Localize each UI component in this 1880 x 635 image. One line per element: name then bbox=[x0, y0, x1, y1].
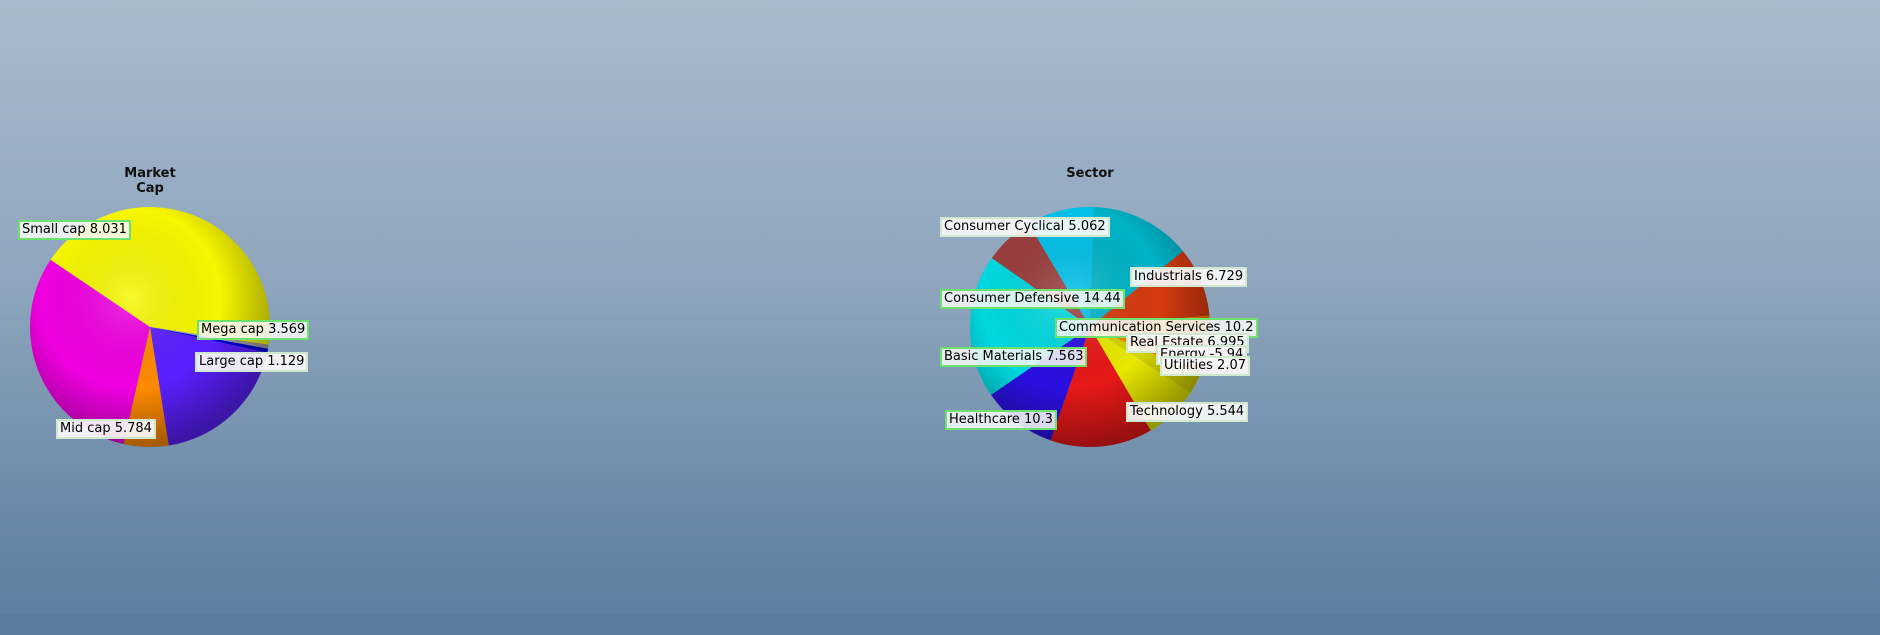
slice-label: Mid cap 5.784 bbox=[56, 419, 156, 439]
slice-label: Consumer Defensive 14.44 bbox=[940, 289, 1125, 309]
slice-label: Utilities 2.07 bbox=[1160, 356, 1251, 376]
slice-label: Mega cap 3.569 bbox=[197, 320, 310, 340]
slice-label: Technology 5.544 bbox=[1126, 402, 1249, 422]
slice-label: Large cap 1.129 bbox=[195, 352, 309, 372]
slice-label: Basic Materials 7.563 bbox=[940, 347, 1088, 367]
sector-chart: Sector Consumer Cyclical 5.062 Industria… bbox=[920, 0, 1260, 635]
slice-label: Small cap 8.031 bbox=[18, 220, 131, 240]
slice-label: Consumer Cyclical 5.062 bbox=[940, 217, 1110, 237]
market-cap-pie bbox=[29, 206, 271, 448]
slice-label: Healthcare 10.3 bbox=[945, 410, 1057, 430]
market-cap-chart: Market Cap Small cap 8.031 Mega cap 3.56… bbox=[0, 0, 320, 635]
slice-label: Industrials 6.729 bbox=[1130, 267, 1248, 287]
